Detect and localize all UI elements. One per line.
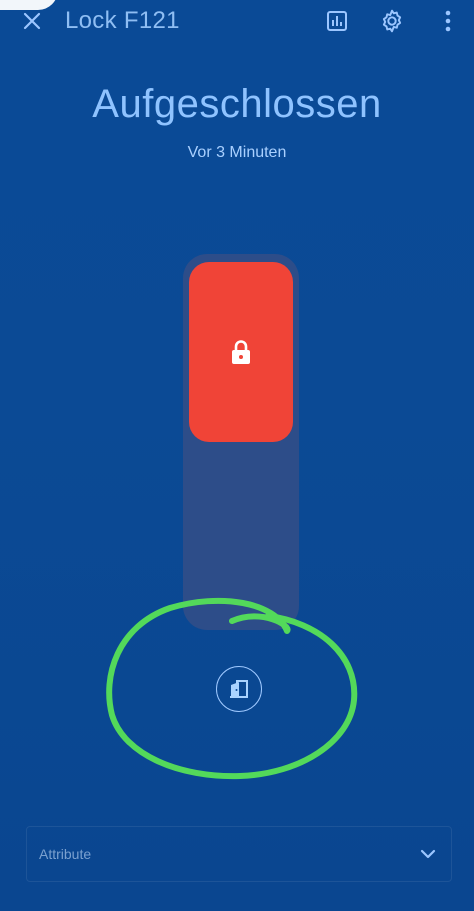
lock-state-title: Aufgeschlossen <box>92 82 382 126</box>
lock-icon <box>232 340 250 364</box>
attributes-label: Attribute <box>39 846 92 862</box>
history-button[interactable] <box>320 4 354 38</box>
settings-button[interactable] <box>375 4 409 38</box>
door-open-icon <box>230 680 248 698</box>
settings-gear-icon <box>382 9 402 33</box>
more-options-button[interactable] <box>431 4 465 38</box>
more-vertical-icon <box>445 10 451 32</box>
close-icon <box>23 12 41 30</box>
open-door-button[interactable] <box>216 666 262 712</box>
close-button[interactable] <box>15 4 49 38</box>
top-app-bar: Lock F121 <box>0 0 474 44</box>
history-icon <box>327 11 347 31</box>
attributes-expander[interactable]: Attribute <box>26 826 452 882</box>
lock-slider-knob[interactable] <box>189 262 293 442</box>
last-changed-time: Vor 3 Minuten <box>187 144 287 161</box>
chevron-down-icon <box>420 849 436 859</box>
app-title: Lock F121 <box>65 7 180 34</box>
